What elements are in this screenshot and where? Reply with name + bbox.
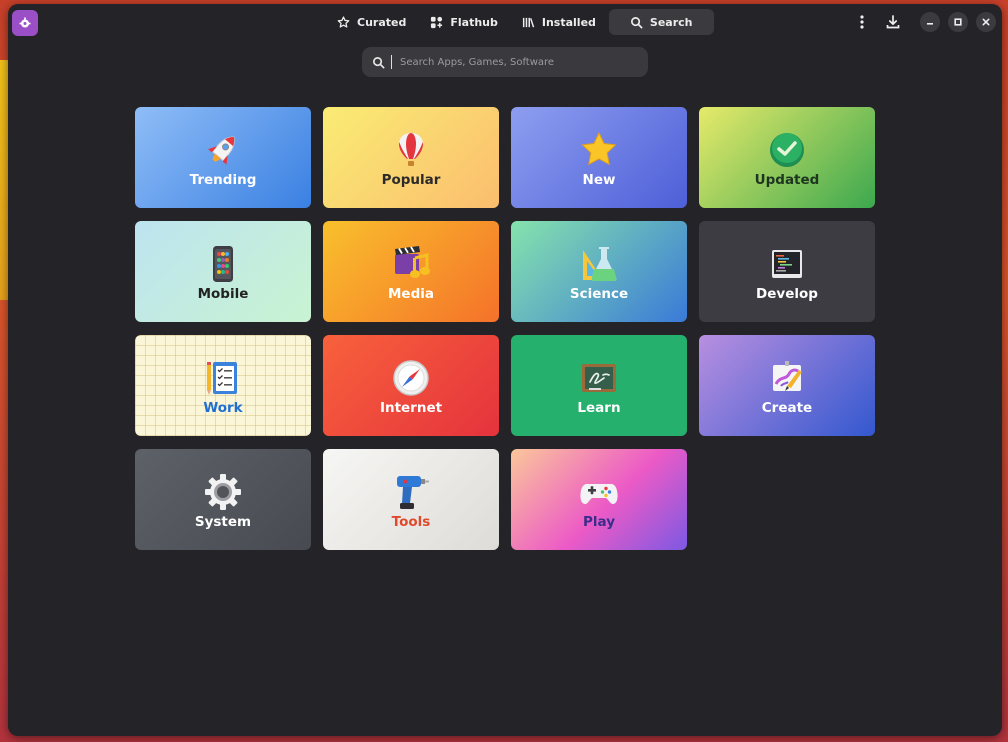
star-icon [337,15,350,28]
drill-icon [391,472,431,512]
clapper-music-icon [391,244,431,284]
flathub-icon [431,16,443,28]
tab-label: Search [649,15,693,29]
category-tile-work[interactable]: Work [135,335,311,436]
close-button[interactable] [976,12,996,32]
category-label: Popular [381,171,441,188]
tab-flathub[interactable]: Flathub [419,9,509,35]
category-tile-develop[interactable]: Develop [699,221,875,322]
search-icon [373,56,385,68]
category-label: Learn [577,399,621,416]
bug-icon [19,17,31,28]
category-label: Updated [754,171,820,188]
category-tile-internet[interactable]: Internet [323,335,499,436]
minimize-button[interactable] [920,12,940,32]
tab-curated[interactable]: Curated [326,9,417,35]
menu-icon [860,15,864,29]
category-tile-system[interactable]: System [135,449,311,550]
gear-icon [203,472,243,512]
category-tile-create[interactable]: Create [699,335,875,436]
category-tile-tools[interactable]: Tools [323,449,499,550]
category-tile-mobile[interactable]: Mobile [135,221,311,322]
maximize-icon [954,18,962,26]
tab-search[interactable]: Search [608,9,714,35]
rocket-icon [203,130,243,170]
chalkboard-icon [579,358,619,398]
category-tile-popular[interactable]: Popular [323,107,499,208]
category-label: Develop [756,285,818,302]
code-monitor-icon [767,244,807,284]
category-tile-trending[interactable]: Trending [135,107,311,208]
balloon-icon [391,130,431,170]
category-label: Tools [391,513,431,530]
search-bar[interactable] [362,47,648,77]
category-grid: Trending Popular New Updated Mobile Medi… [135,107,875,550]
maximize-button[interactable] [948,12,968,32]
app-icon[interactable] [12,10,38,36]
gamepad-icon [579,472,619,512]
category-label: Media [388,285,434,302]
tab-label: Curated [357,15,407,29]
tab-label: Installed [541,15,596,29]
software-window: Curated Flathub Installed Search Search … [8,4,1002,736]
category-label: Trending [189,171,257,188]
check-badge-icon [767,130,807,170]
text-caret [391,55,392,69]
category-label: Play [582,513,616,530]
phone-icon [203,244,243,284]
search-icon [630,16,643,28]
checklist-icon [203,358,243,398]
search-input[interactable] [398,55,642,69]
main-menu-button[interactable] [850,10,874,34]
library-icon [522,17,535,27]
flask-icon [579,244,619,284]
category-label: Science [569,285,629,302]
category-tile-new[interactable]: New [511,107,687,208]
category-tile-updated[interactable]: Updated [699,107,875,208]
category-label: Mobile [197,285,249,302]
star-icon [579,130,619,170]
category-label: New [582,171,616,188]
compass-icon [391,358,431,398]
category-tile-learn[interactable]: Learn [511,335,687,436]
tab-label: Flathub [450,15,498,29]
category-label: Create [761,399,813,416]
category-label: Work [203,399,243,416]
category-tile-science[interactable]: Science [511,221,687,322]
view-switcher: Curated Flathub Installed Search [326,9,714,35]
category-tile-media[interactable]: Media [323,221,499,322]
window-controls [850,10,996,34]
canvas-icon [767,358,807,398]
tab-installed[interactable]: Installed [511,9,607,35]
category-label: Internet [379,399,443,416]
minimize-icon [927,23,933,25]
category-label: System [194,513,252,530]
downloads-button[interactable] [881,10,905,34]
download-icon [886,15,900,29]
close-icon [982,18,990,26]
category-tile-play[interactable]: Play [511,449,687,550]
